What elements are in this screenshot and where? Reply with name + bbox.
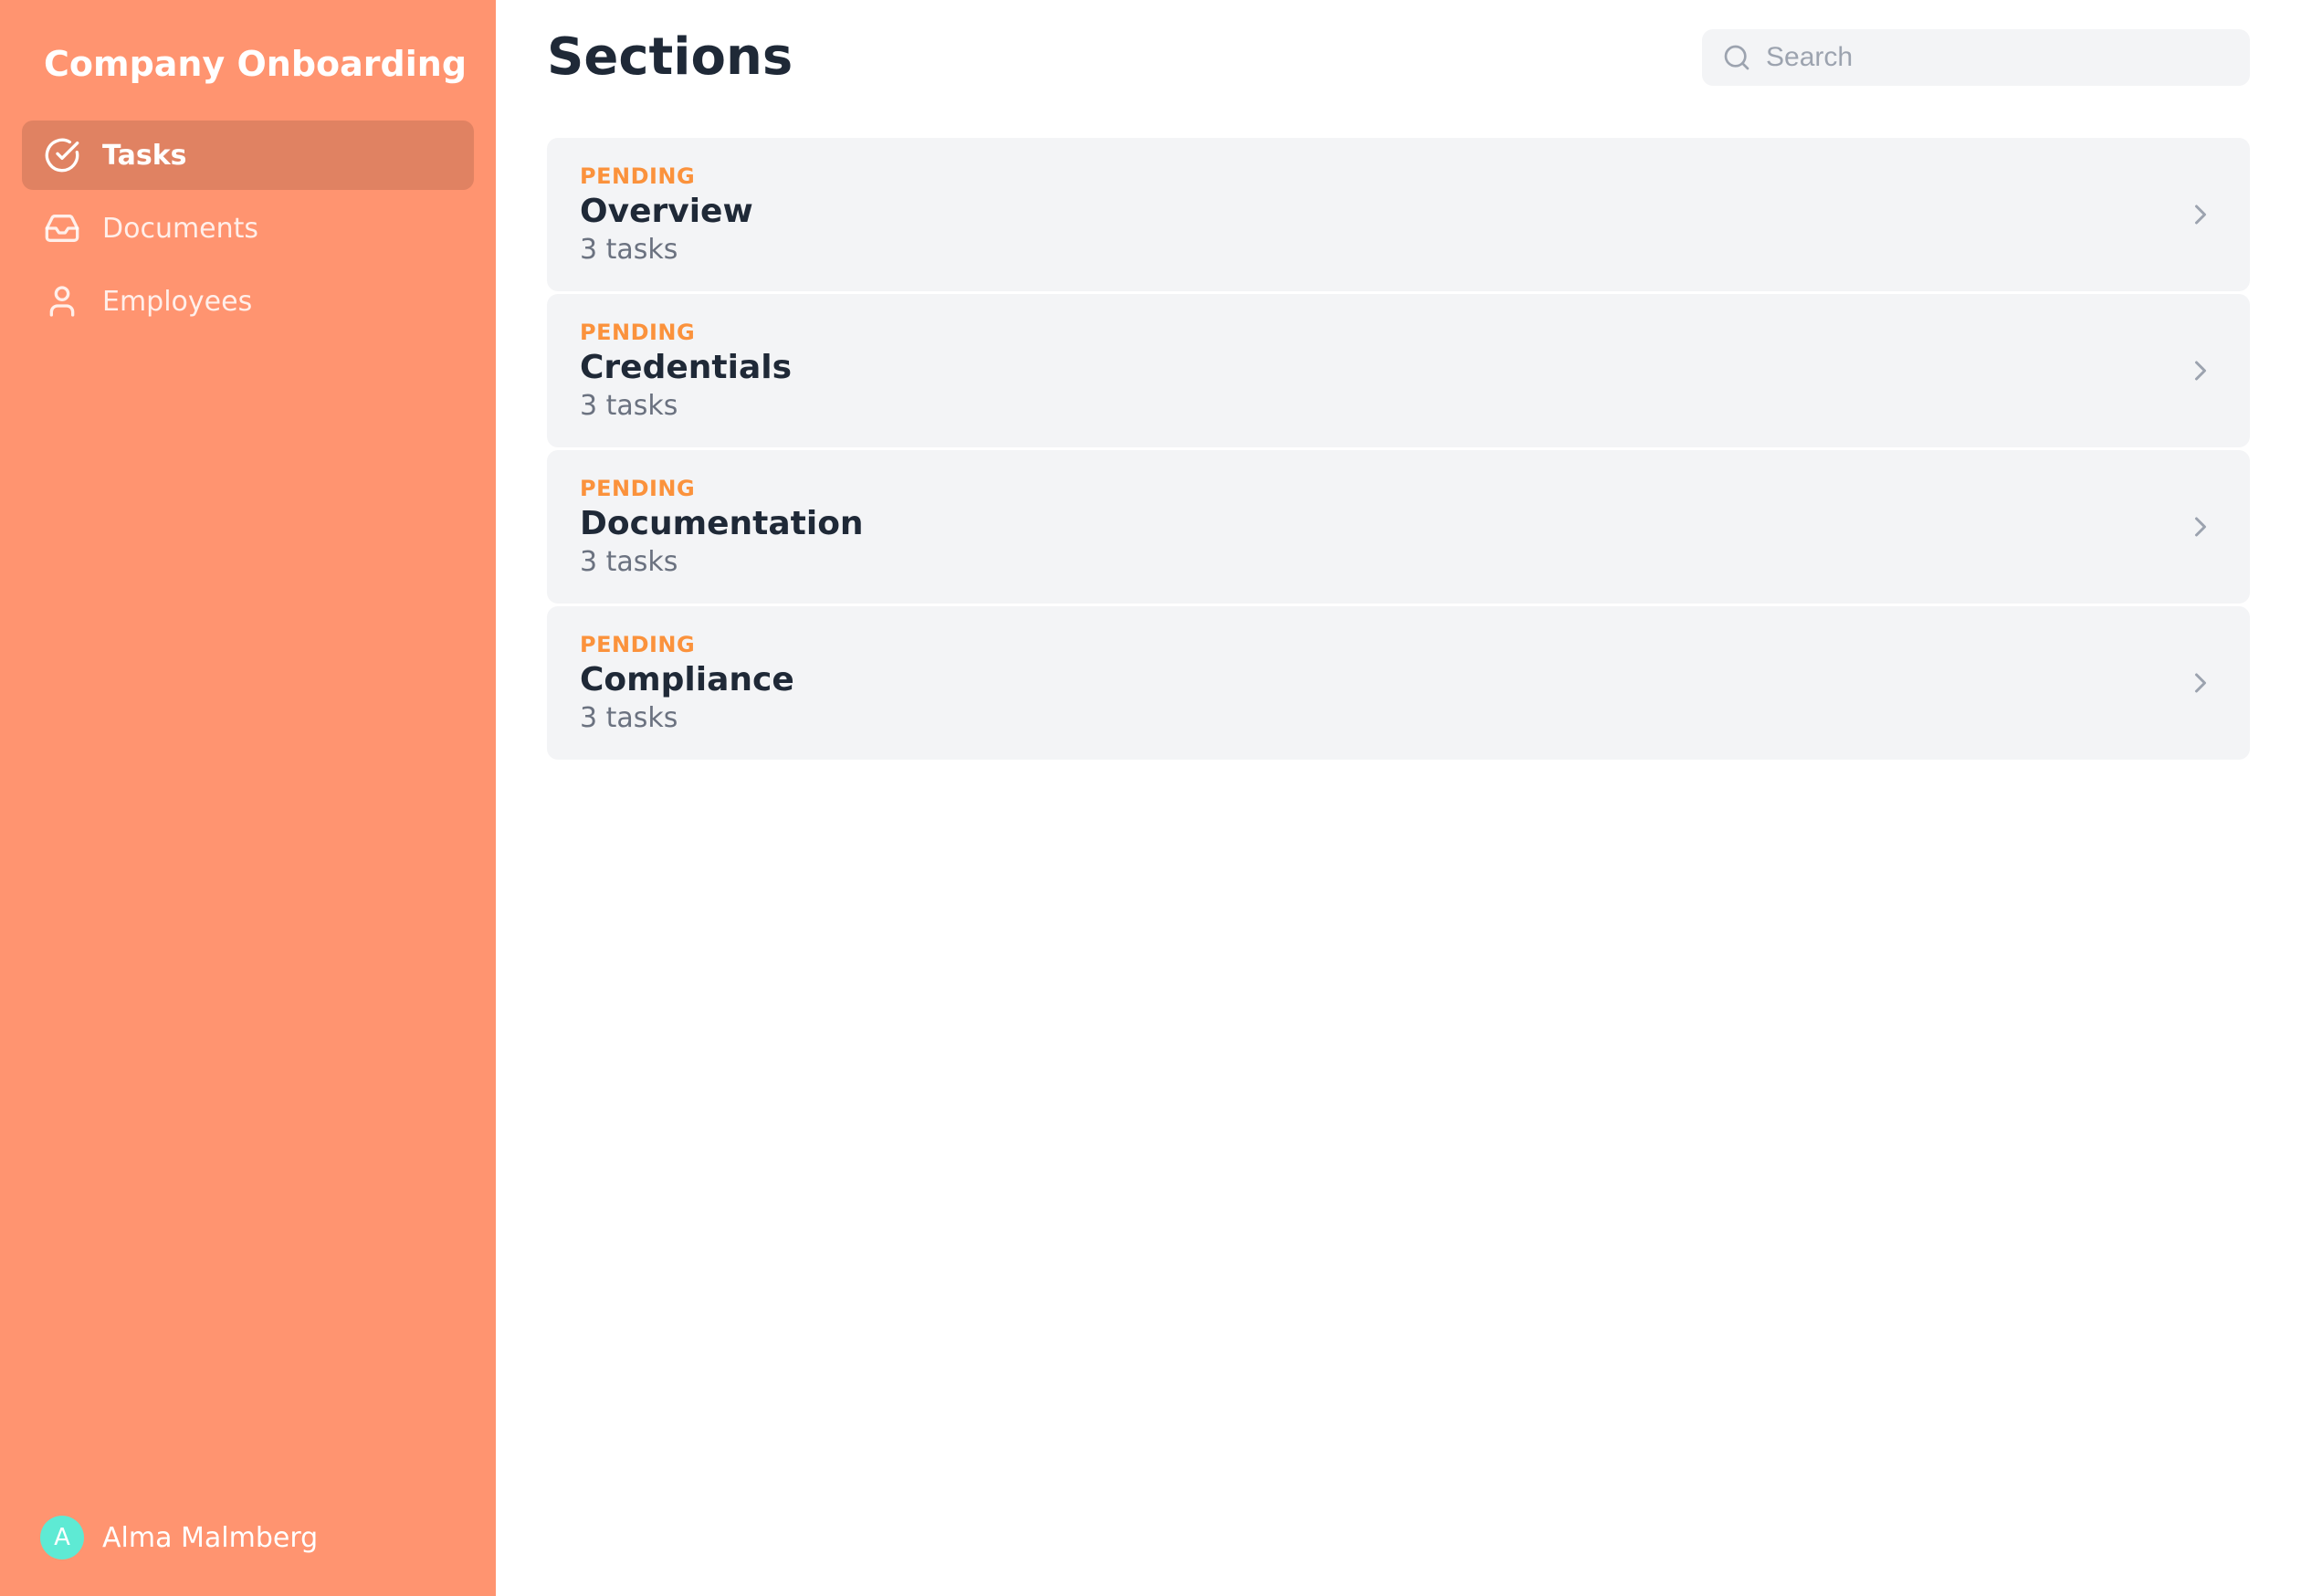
- search-icon: [1722, 43, 1751, 72]
- section-name: Credentials: [580, 349, 792, 386]
- section-info: PENDING Documentation 3 tasks: [580, 476, 864, 578]
- main-content: Sections PENDING Overview 3 tasks PENDIN…: [496, 0, 2301, 1596]
- section-tasks: 3 tasks: [580, 702, 794, 734]
- section-info: PENDING Overview 3 tasks: [580, 163, 753, 266]
- page-title: Sections: [547, 27, 793, 87]
- chevron-right-icon: [2184, 667, 2217, 699]
- section-status: PENDING: [580, 163, 753, 189]
- header: Sections: [547, 27, 2250, 87]
- section-name: Compliance: [580, 661, 794, 698]
- section-card-credentials[interactable]: PENDING Credentials 3 tasks: [547, 294, 2250, 447]
- sidebar-item-label: Documents: [102, 213, 258, 245]
- user-name: Alma Malmberg: [102, 1522, 318, 1554]
- app-title: Company Onboarding: [22, 22, 474, 84]
- sidebar-item-employees[interactable]: Employees: [22, 267, 474, 336]
- section-name: Documentation: [580, 505, 864, 542]
- inbox-icon: [44, 210, 80, 247]
- section-card-overview[interactable]: PENDING Overview 3 tasks: [547, 138, 2250, 291]
- section-tasks: 3 tasks: [580, 546, 864, 578]
- sidebar-item-label: Tasks: [102, 140, 187, 172]
- search-container[interactable]: [1702, 29, 2250, 86]
- sections-list: PENDING Overview 3 tasks PENDING Credent…: [547, 138, 2250, 760]
- section-info: PENDING Compliance 3 tasks: [580, 632, 794, 734]
- check-circle-icon: [44, 137, 80, 173]
- user-icon: [44, 283, 80, 320]
- section-status: PENDING: [580, 632, 794, 657]
- chevron-right-icon: [2184, 198, 2217, 231]
- chevron-right-icon: [2184, 510, 2217, 543]
- section-tasks: 3 tasks: [580, 390, 792, 422]
- sidebar-item-label: Employees: [102, 286, 252, 318]
- section-name: Overview: [580, 193, 753, 230]
- section-card-documentation[interactable]: PENDING Documentation 3 tasks: [547, 450, 2250, 604]
- sidebar-nav: Tasks Documents Employees: [22, 121, 474, 1501]
- section-card-compliance[interactable]: PENDING Compliance 3 tasks: [547, 606, 2250, 760]
- section-tasks: 3 tasks: [580, 234, 753, 266]
- sidebar-user[interactable]: A Alma Malmberg: [22, 1501, 474, 1574]
- section-status: PENDING: [580, 476, 864, 501]
- sidebar-item-tasks[interactable]: Tasks: [22, 121, 474, 190]
- section-info: PENDING Credentials 3 tasks: [580, 320, 792, 422]
- search-input[interactable]: [1766, 42, 2230, 73]
- sidebar: Company Onboarding Tasks Documents Emplo…: [0, 0, 496, 1596]
- chevron-right-icon: [2184, 354, 2217, 387]
- avatar: A: [40, 1516, 84, 1559]
- section-status: PENDING: [580, 320, 792, 345]
- sidebar-item-documents[interactable]: Documents: [22, 194, 474, 263]
